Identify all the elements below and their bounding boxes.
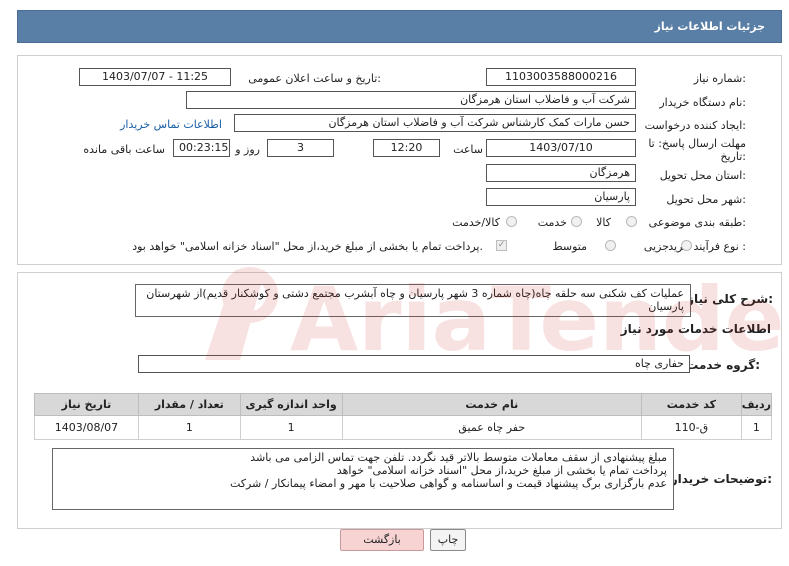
services-section-title: اطلاعات خدمات مورد نیاز bbox=[620, 322, 771, 336]
process-minor-label: جزیی bbox=[643, 240, 669, 253]
deadline-date-field[interactable]: 1403/07/10 bbox=[486, 139, 636, 157]
summary-label: شرح کلی نیاز: bbox=[687, 292, 773, 306]
process-medium-label: متوسط bbox=[552, 240, 587, 253]
cell-quantity: 1 bbox=[137, 415, 241, 440]
remaining-time-field[interactable]: 00:23:15 bbox=[173, 139, 230, 157]
page-title: جزئیات اطلاعات نیاز bbox=[654, 20, 766, 33]
process-label: نوع فرآیند خرید : bbox=[668, 240, 746, 253]
buyer-note-line: پرداخت تمام یا بخشی از مبلغ خرید،از محل … bbox=[336, 464, 667, 477]
category-service-radio[interactable] bbox=[571, 216, 582, 227]
payment-checkbox[interactable]: ✓ bbox=[496, 240, 507, 251]
category-goods-service-label: کالا/خدمت bbox=[452, 216, 500, 229]
city-label: شهر محل تحویل: bbox=[666, 193, 746, 206]
back-button[interactable]: بازگشت bbox=[340, 529, 424, 551]
col-quantity: تعداد / مقدار bbox=[137, 393, 241, 416]
process-minor-radio[interactable] bbox=[681, 240, 692, 251]
services-table: ردیف کد خدمت نام خدمت واحد اندازه گیری ت… bbox=[34, 393, 773, 440]
cell-need-date: 1403/08/07 bbox=[34, 415, 139, 440]
cell-unit: 1 bbox=[239, 415, 343, 440]
cell-service-code: ق-110 bbox=[640, 415, 742, 440]
deadline-time-label: ساعت bbox=[453, 143, 483, 156]
announce-label: تاریخ و ساعت اعلان عمومی: bbox=[248, 72, 381, 85]
col-service-code: کد خدمت bbox=[640, 393, 742, 416]
category-label: طبقه بندی موضوعی: bbox=[648, 216, 746, 229]
need-number-label: شماره نیاز: bbox=[693, 72, 746, 85]
buyer-contact-link[interactable]: اطلاعات تماس خریدار bbox=[120, 118, 222, 131]
category-goods-label: کالا bbox=[596, 216, 611, 229]
buyer-notes-label: توضیحات خریدار: bbox=[670, 472, 772, 486]
col-unit: واحد اندازه گیری bbox=[239, 393, 343, 416]
page-header: جزئیات اطلاعات نیاز bbox=[17, 10, 782, 43]
remaining-label: ساعت باقی مانده bbox=[83, 143, 165, 156]
table-header-row: ردیف کد خدمت نام خدمت واحد اندازه گیری ت… bbox=[34, 393, 773, 416]
province-field[interactable]: هرمزگان bbox=[486, 164, 636, 182]
buyer-notes-textarea[interactable]: مبلغ پیشنهادی از سقف معاملات متوسط بالات… bbox=[52, 448, 674, 510]
deadline-label: مهلت ارسال پاسخ: تا bbox=[648, 137, 746, 150]
creator-label: ایجاد کننده درخواست: bbox=[644, 119, 746, 132]
col-service-name: نام خدمت bbox=[341, 393, 642, 416]
days-remaining-field[interactable]: 3 bbox=[267, 139, 334, 157]
deadline-label-date: تاریخ: bbox=[720, 150, 746, 163]
days-label: روز و bbox=[235, 143, 260, 156]
buyer-org-field[interactable]: شرکت آب و فاضلاب استان هرمزگان bbox=[186, 91, 636, 109]
process-medium-radio[interactable] bbox=[605, 240, 616, 251]
category-goods-service-radio[interactable] bbox=[506, 216, 517, 227]
buyer-org-label: نام دستگاه خریدار: bbox=[659, 96, 746, 109]
need-details-panel bbox=[17, 55, 782, 265]
table-row[interactable]: 1 ق-110 حفر چاه عمیق 1 1 1403/08/07 bbox=[34, 415, 773, 440]
cell-service-name: حفر چاه عمیق bbox=[341, 415, 642, 440]
need-number-field[interactable]: 1103003588000216 bbox=[486, 68, 636, 86]
service-group-label: گروه خدمت: bbox=[686, 358, 760, 372]
summary-textarea[interactable]: عملیات کف شکنی سه حلقه چاه(چاه شماره 3 ش… bbox=[135, 284, 691, 317]
col-row: ردیف bbox=[740, 393, 773, 416]
creator-field[interactable]: حسن مارات کمک کارشناس شرکت آب و فاضلاب ا… bbox=[234, 114, 636, 132]
category-service-label: خدمت bbox=[537, 216, 567, 229]
city-field[interactable]: پارسیان bbox=[486, 188, 636, 206]
deadline-time-field[interactable]: 12:20 bbox=[373, 139, 440, 157]
announce-datetime-field[interactable]: 1403/07/07 - 11:25 bbox=[79, 68, 231, 86]
col-need-date: تاریخ نیاز bbox=[34, 393, 139, 416]
service-group-field[interactable]: حفاری چاه bbox=[138, 355, 690, 373]
category-goods-radio[interactable] bbox=[626, 216, 637, 227]
buyer-note-line: مبلغ پیشنهادی از سقف معاملات متوسط بالات… bbox=[250, 451, 667, 464]
province-label: استان محل تحویل: bbox=[659, 169, 746, 182]
buyer-note-line: عدم بارگزاری برگ پیشنهاد قیمت و اساسنامه… bbox=[229, 477, 667, 490]
payment-note: پرداخت تمام یا بخشی از مبلغ خرید،از محل … bbox=[132, 240, 483, 253]
cell-row: 1 bbox=[740, 415, 773, 440]
print-button[interactable]: چاپ bbox=[430, 529, 466, 551]
